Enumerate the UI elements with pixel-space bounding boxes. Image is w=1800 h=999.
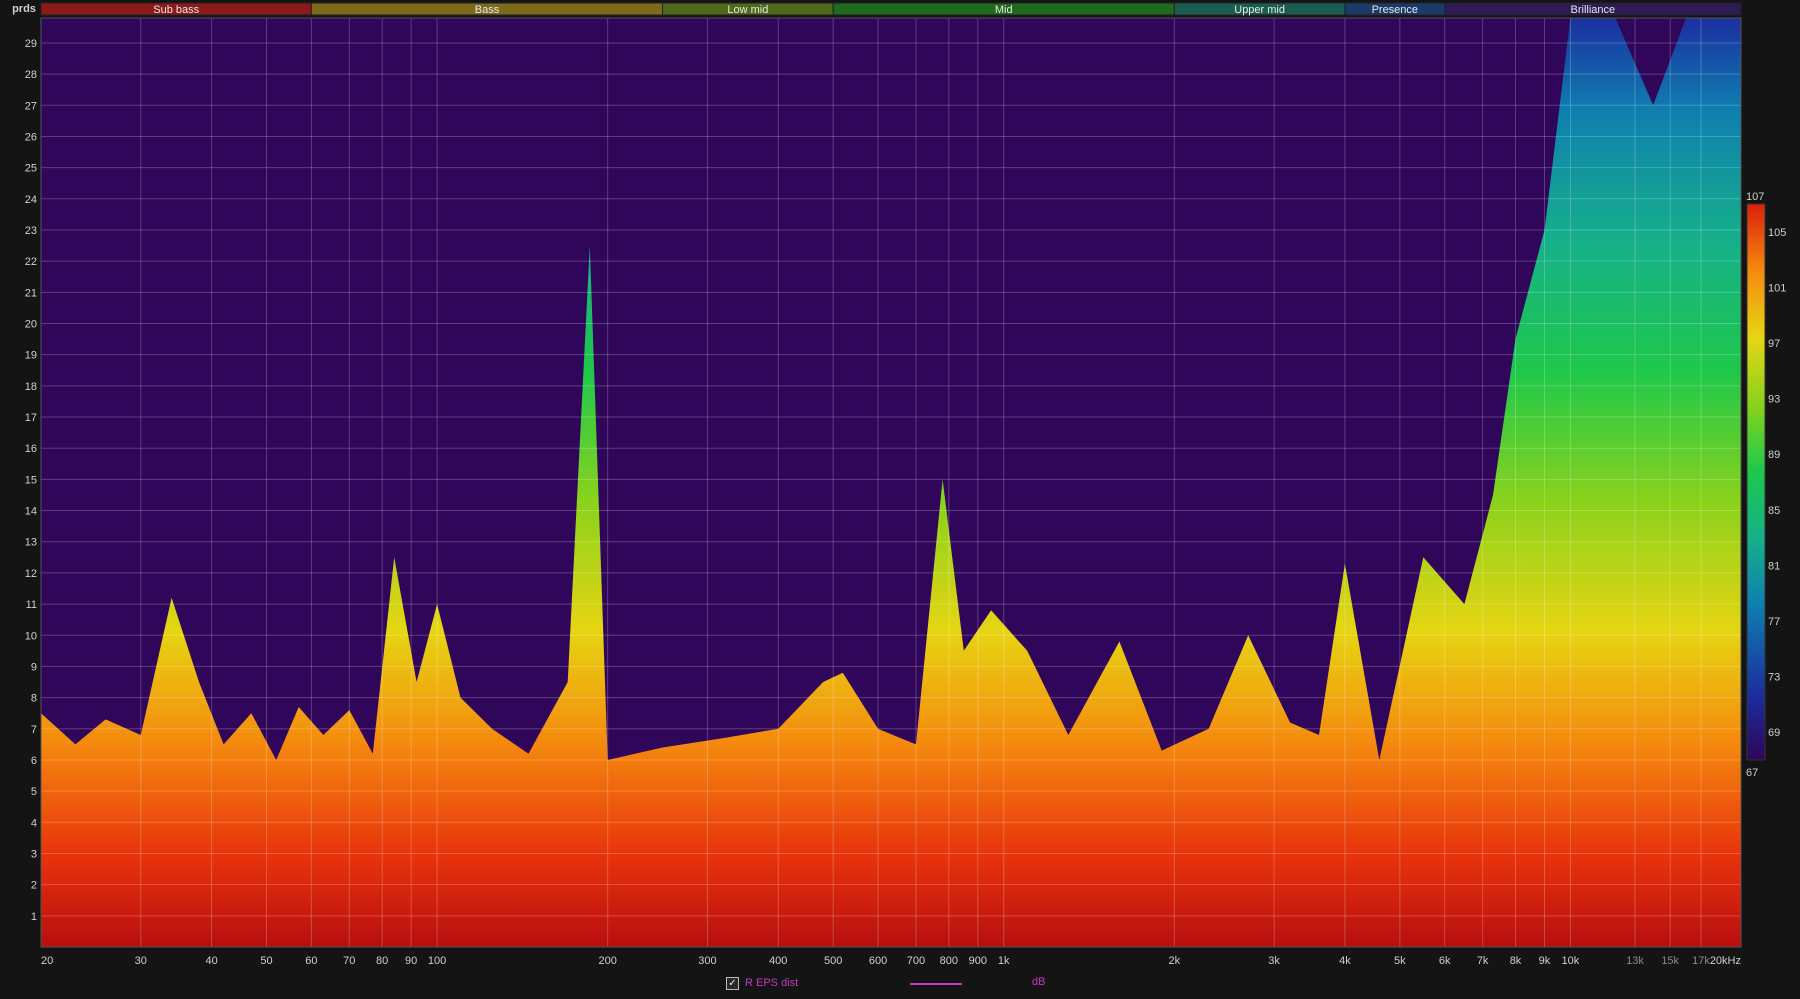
band-label-0: Sub bass (153, 4, 199, 16)
x-tick-label: 20kHz (1710, 955, 1741, 967)
x-tick-label: 100 (428, 955, 446, 967)
x-tick-label: 900 (969, 955, 987, 967)
y-tick-label: 15 (25, 474, 37, 486)
y-tick-label: 20 (25, 319, 37, 331)
x-tick-label: 15k (1661, 955, 1679, 967)
y-tick-label: 4 (31, 817, 37, 829)
y-tick-label: 5 (31, 786, 37, 798)
x-tick-label: 700 (907, 955, 925, 967)
colorbar-tick-label: 73 (1768, 672, 1780, 684)
y-tick-label: 28 (25, 69, 37, 81)
colorbar-tick-label: 107 (1746, 191, 1764, 203)
x-tick-label: 5k (1394, 955, 1406, 967)
frequency-band-bar: Sub bass Bass Low mid Mid Upper mid Presence B… (40, 2, 1742, 16)
y-tick-label: 23 (25, 225, 37, 237)
colorbar-tick-label: 93 (1768, 394, 1780, 406)
y-tick-label: 2 (31, 880, 37, 892)
x-tick-label: 800 (940, 955, 958, 967)
x-tick-label: 7k (1477, 955, 1489, 967)
y-tick-label: 3 (31, 848, 37, 860)
band-label-3: Mid (995, 4, 1013, 16)
y-tick-label: 6 (31, 755, 37, 767)
y-tick-label: 8 (31, 693, 37, 705)
x-tick-label: 600 (869, 955, 887, 967)
colorbar-tick-label: 81 (1768, 560, 1780, 572)
x-tick-label: 80 (376, 955, 388, 967)
y-axis-ticks: 1234567891011121314151617181920212223242… (25, 38, 37, 923)
x-tick-label: 9k (1539, 955, 1551, 967)
colorbar-tick-label: 77 (1768, 616, 1780, 628)
x-tick-label: 40 (205, 955, 217, 967)
y-tick-label: 10 (25, 630, 37, 642)
x-tick-label: 1k (998, 955, 1010, 967)
y-tick-label: 9 (31, 661, 37, 673)
y-tick-label: 18 (25, 381, 37, 393)
x-tick-label: 2k (1169, 955, 1181, 967)
y-tick-label: 14 (25, 506, 37, 518)
x-tick-label: 10k (1562, 955, 1580, 967)
legend-checkbox[interactable]: ✓ (726, 976, 739, 990)
y-tick-label: 19 (25, 350, 37, 362)
y-tick-label: 21 (25, 287, 37, 299)
x-tick-label: 200 (598, 955, 616, 967)
legend-item[interactable]: ✓ R EPS dist (726, 975, 798, 991)
colorbar-tick-label: 67 (1746, 767, 1758, 779)
y-tick-label: 24 (25, 194, 37, 206)
y-tick-label: 16 (25, 443, 37, 455)
x-tick-label: 90 (405, 955, 417, 967)
y-tick-label: 29 (25, 38, 37, 50)
legend-line-swatch (910, 983, 962, 985)
x-tick-label: 50 (260, 955, 272, 967)
y-tick-label: 12 (25, 568, 37, 580)
legend-unit: dB (1032, 976, 1046, 988)
x-tick-label: 400 (769, 955, 787, 967)
y-tick-label: 17 (25, 412, 37, 424)
x-tick-label: 6k (1439, 955, 1451, 967)
y-tick-label: 25 (25, 163, 37, 175)
x-tick-label: 300 (698, 955, 716, 967)
y-tick-label: 26 (25, 131, 37, 143)
y-tick-label: 1 (31, 911, 37, 923)
band-label-4: Upper mid (1234, 4, 1285, 16)
x-tick-label: 4k (1339, 955, 1351, 967)
x-tick-label: 30 (135, 955, 147, 967)
y-tick-label: 7 (31, 724, 37, 736)
colorbar-tick-label: 97 (1768, 338, 1780, 350)
x-tick-label: 17k (1692, 955, 1710, 967)
x-tick-label: 20 (41, 955, 53, 967)
x-tick-label: 13k (1626, 955, 1644, 967)
colorbar (1746, 203, 1766, 761)
y-tick-label: 27 (25, 100, 37, 112)
spectrogram-chart: prds Sub bass Bass Low mid Mid Upper mid Pres… (12, 2, 1786, 967)
x-tick-label: 500 (824, 955, 842, 967)
y-tick-label: 22 (25, 256, 37, 268)
y-tick-label: 13 (25, 537, 37, 549)
colorbar-tick-label: 101 (1768, 282, 1786, 294)
y-axis-title: prds (12, 3, 36, 15)
x-tick-label: 60 (305, 955, 317, 967)
y-tick-label: 11 (26, 599, 37, 611)
band-label-6: Brilliance (1571, 4, 1616, 16)
colorbar-tick-label: 105 (1768, 227, 1786, 239)
band-label-1: Bass (475, 4, 500, 16)
x-tick-label: 70 (343, 955, 355, 967)
colorbar-tick-label: 85 (1768, 505, 1780, 517)
colorbar-tick-label: 69 (1768, 727, 1780, 739)
x-tick-label: 8k (1510, 955, 1522, 967)
band-label-5: Presence (1372, 4, 1418, 16)
colorbar-tick-label: 89 (1768, 449, 1780, 461)
x-axis-ticks: 20 30 40 50 60 70 80 90 100 200 300 400 500 600 700 800… (41, 955, 1741, 967)
band-label-2: Low mid (727, 4, 768, 16)
x-tick-label: 3k (1268, 955, 1280, 967)
legend-series-name: R EPS dist (745, 977, 799, 989)
